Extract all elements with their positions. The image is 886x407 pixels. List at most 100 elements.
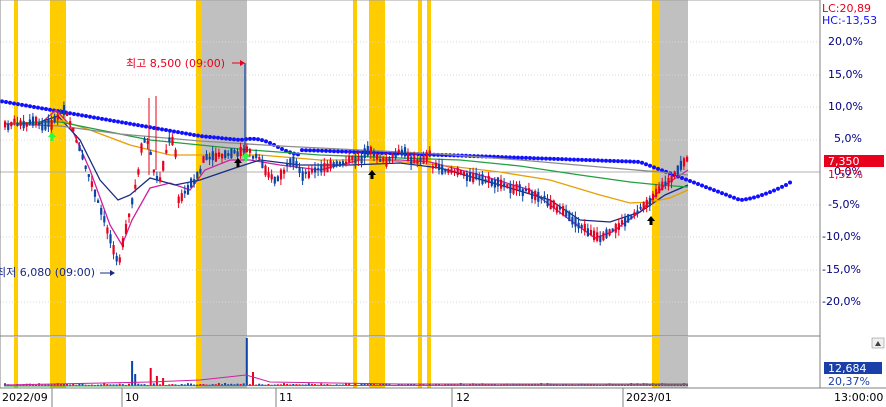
projection-dot xyxy=(12,101,16,106)
candle-body xyxy=(484,179,487,183)
candle-body xyxy=(580,224,583,229)
projection-dot xyxy=(600,158,604,163)
projection-dot xyxy=(28,104,32,109)
projection-dot xyxy=(636,159,640,164)
projection-dot xyxy=(588,158,592,163)
projection-dot xyxy=(212,135,216,140)
candle-body xyxy=(208,156,211,160)
projection-dot xyxy=(688,179,692,183)
chart-canvas[interactable]: 20,0% 15,0% 10,0% 5,0% 0,0% -5,0% -10,0%… xyxy=(0,0,886,407)
candle-body xyxy=(38,122,41,126)
candle-body xyxy=(500,179,503,189)
candle-body xyxy=(360,155,363,164)
highlight-band xyxy=(418,0,422,336)
candle-body xyxy=(419,157,422,162)
projection-dot xyxy=(104,117,108,122)
candle-body xyxy=(31,116,35,126)
y-tick-label: -5,0% xyxy=(828,198,860,211)
candle-body xyxy=(475,172,478,180)
y-tick-label: 15,0% xyxy=(828,68,863,81)
candle-body xyxy=(620,220,624,225)
projection-dot xyxy=(188,132,192,137)
candle-body xyxy=(450,168,453,174)
candle-body xyxy=(87,174,90,177)
candle-body xyxy=(97,200,100,203)
candle-body xyxy=(289,158,292,166)
volume-bar xyxy=(149,368,152,386)
candle-body xyxy=(221,153,224,159)
candle-body xyxy=(106,227,109,234)
candle-body xyxy=(599,236,602,243)
candle-body xyxy=(372,153,376,157)
projection-dot xyxy=(36,105,40,110)
candle-body xyxy=(28,119,31,125)
highlight-band xyxy=(353,337,357,388)
candle-body xyxy=(298,167,301,174)
candle-body xyxy=(540,196,543,200)
low-annotation: 최저 6,080 (09:00) xyxy=(0,266,115,279)
x-label: 12 xyxy=(456,391,470,404)
projection-dot xyxy=(304,148,308,153)
candle-body xyxy=(301,171,304,181)
candle-body xyxy=(617,223,620,230)
projection-dot xyxy=(552,156,556,161)
projection-dot xyxy=(268,141,272,146)
candle-body xyxy=(140,143,143,153)
projection-dot xyxy=(740,197,744,202)
projection-dot xyxy=(708,186,712,191)
candle-body xyxy=(586,228,589,237)
candle-body xyxy=(645,199,648,209)
time-label: 13:00:00 xyxy=(834,391,883,404)
projection-dot xyxy=(720,191,724,196)
projection-dot xyxy=(768,190,772,195)
candle-body xyxy=(630,215,633,220)
candle-body xyxy=(478,175,481,181)
candle-body xyxy=(22,120,25,129)
candle-body xyxy=(211,151,214,161)
candle-body xyxy=(534,190,537,201)
highlight-band xyxy=(652,337,660,388)
candle-body xyxy=(128,213,131,218)
candle-body xyxy=(493,180,496,188)
candle-body xyxy=(7,123,10,130)
projection-dot xyxy=(728,194,732,199)
candle-body xyxy=(307,171,310,178)
candle-body xyxy=(487,175,490,184)
price-pct: 1,52% xyxy=(828,168,863,181)
projection-dot xyxy=(564,157,568,162)
candle-body xyxy=(565,209,568,217)
candle-body xyxy=(648,197,651,207)
projection-dot xyxy=(536,156,540,161)
projection-dot xyxy=(228,137,232,141)
volume-bars xyxy=(3,338,689,387)
stock-chart[interactable]: 20,0% 15,0% 10,0% 5,0% 0,0% -5,0% -10,0%… xyxy=(0,0,886,407)
candle-body xyxy=(413,156,416,164)
candle-body xyxy=(444,168,447,172)
candle-body xyxy=(583,223,586,232)
candle-body xyxy=(134,184,137,189)
projection-dot xyxy=(16,102,20,107)
projection-dot xyxy=(40,106,44,111)
candle-body xyxy=(69,121,72,125)
candle-body xyxy=(543,195,546,199)
projection-dot xyxy=(572,157,576,162)
candle-body xyxy=(323,162,326,172)
candle-body xyxy=(286,163,289,167)
projection-dot xyxy=(88,114,92,119)
candle-body xyxy=(4,121,7,128)
projection-dot xyxy=(568,157,572,162)
volume-scroll-arrow[interactable] xyxy=(871,337,885,349)
candle-body xyxy=(382,157,385,162)
candle-body xyxy=(137,169,140,175)
candle-body xyxy=(558,206,562,210)
projection-dot xyxy=(608,158,612,163)
x-axis: 2022/09 10 11 12 2023/01 13:00:00 xyxy=(2,388,883,407)
candle-body xyxy=(338,161,341,167)
projection-dot xyxy=(704,185,708,190)
candle-body xyxy=(686,156,689,162)
projection-dot xyxy=(748,196,752,201)
projection-dot xyxy=(540,156,544,161)
projection-dot xyxy=(344,149,348,154)
candle-body xyxy=(571,216,574,225)
highlight-band xyxy=(427,0,431,336)
